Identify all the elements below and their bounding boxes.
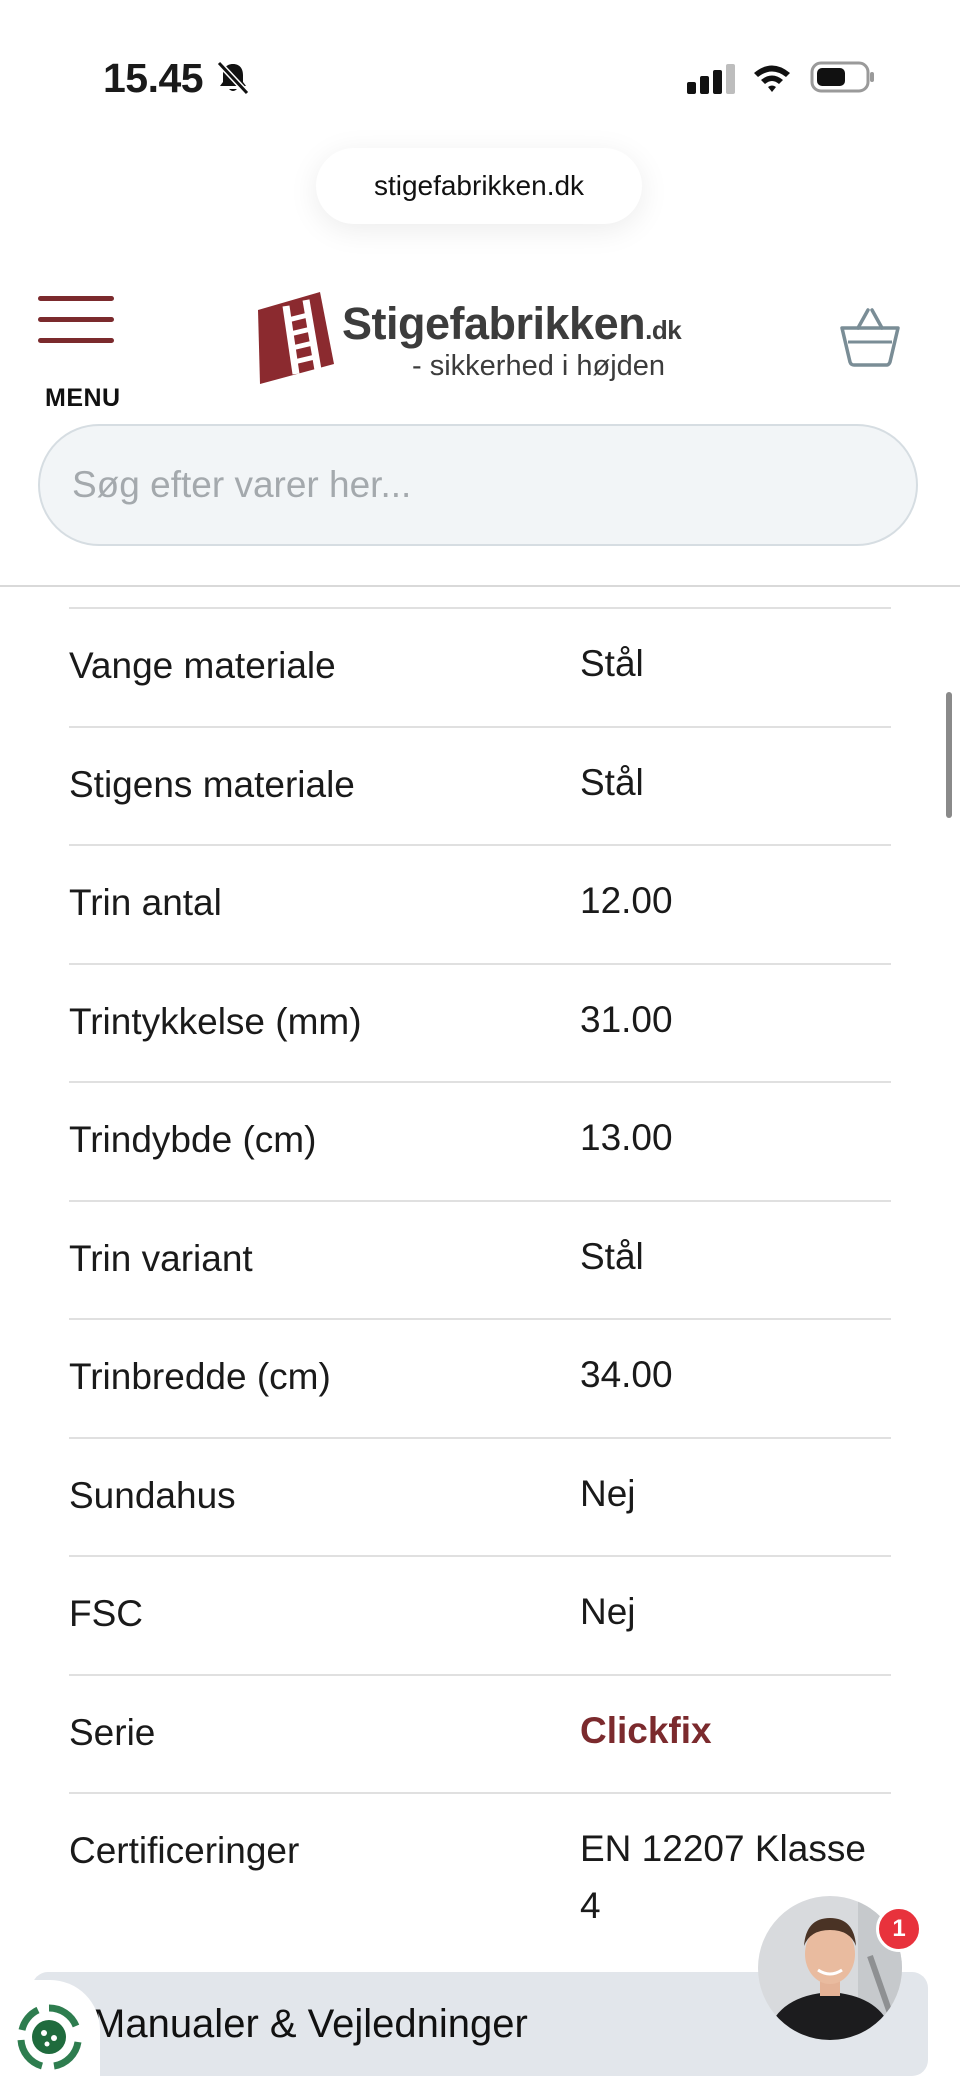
site-header: MENU Stigefabrikken.dk - sikkerhed i høj… [0,270,960,590]
spec-value: 34.00 [580,1354,673,1395]
spec-row: Stigens materiale Stål [69,725,891,845]
cellular-signal-icon [687,64,735,94]
bell-slash-icon [216,60,250,96]
spec-row: Trinbredde (cm) 34.00 [69,1318,891,1437]
chat-widget-button[interactable]: 1 [758,1896,922,2040]
wifi-icon [754,65,790,92]
spec-row: FSC Nej [69,1555,891,1674]
spec-key: Trinbredde (cm) [69,1356,331,1397]
spec-row: Trindybde (cm) 13.00 [69,1081,891,1200]
spec-value: Stål [580,643,644,684]
spec-value: 13.00 [580,1117,673,1158]
notification-badge: 1 [876,1906,922,1952]
spec-value: Stål [580,1235,644,1277]
spec-key: Trintykkelse (mm) [69,1000,362,1042]
url-text: stigefabrikken.dk [373,170,585,201]
product-specs-table: Vange materiale Stål Stigens materiale Stål… [69,607,891,1944]
menu-button[interactable]: MENU [36,296,126,412]
spec-value: 31.00 [580,998,673,1040]
spec-row: Serie Clickfix [69,1673,891,1793]
spec-key: Stigens materiale [69,763,355,805]
spec-key: FSC [69,1593,143,1634]
spec-key: Trindybde (cm) [69,1119,317,1160]
spec-key: Sundahus [69,1474,236,1516]
logo-tagline: - sikkerhed i højden [412,350,666,382]
spec-key: Vange materiale [69,645,336,686]
spec-row: Sundahus Nej [69,1436,891,1556]
spec-row: Trin variant Stål [69,1199,891,1319]
logo-wordmark: Stigefabrikken.dk [342,298,682,349]
cookie-consent-button[interactable] [0,1980,100,2087]
spec-value: Nej [580,1591,636,1632]
spec-key: Trin antal [69,882,222,923]
spec-value-link[interactable]: Clickfix [580,1702,891,1759]
spec-row: Trintykkelse (mm) 31.00 [69,962,891,1082]
spec-key: Certificeringer [69,1830,300,1871]
cookie-consent-icon [17,2004,82,2070]
spec-key: Serie [69,1711,156,1753]
site-logo[interactable]: Stigefabrikken.dk - sikkerhed i højden [246,290,686,390]
address-bar[interactable]: stigefabrikken.dk [316,148,642,224]
spec-row: Vange materiale Stål [69,607,891,726]
menu-label: MENU [45,384,121,412]
spec-value: Stål [580,761,644,803]
search-bar[interactable] [38,424,918,546]
status-time: 15.45 [103,55,204,101]
battery-icon [810,61,874,93]
status-bar: 15.45 [0,0,960,150]
scrollbar[interactable] [946,692,952,818]
spec-row: Trin antal 12.00 [69,844,891,963]
spec-value: Nej [580,1472,636,1514]
logo-ladder-icon [258,292,334,384]
basket-icon [840,308,900,367]
spec-key: Trin variant [69,1237,253,1279]
search-input[interactable] [40,426,916,544]
spec-value: 12.00 [580,880,673,921]
basket-button[interactable] [838,306,902,368]
manuals-label: Manualer & Vejledninger [92,2002,528,2046]
header-divider [0,585,960,587]
